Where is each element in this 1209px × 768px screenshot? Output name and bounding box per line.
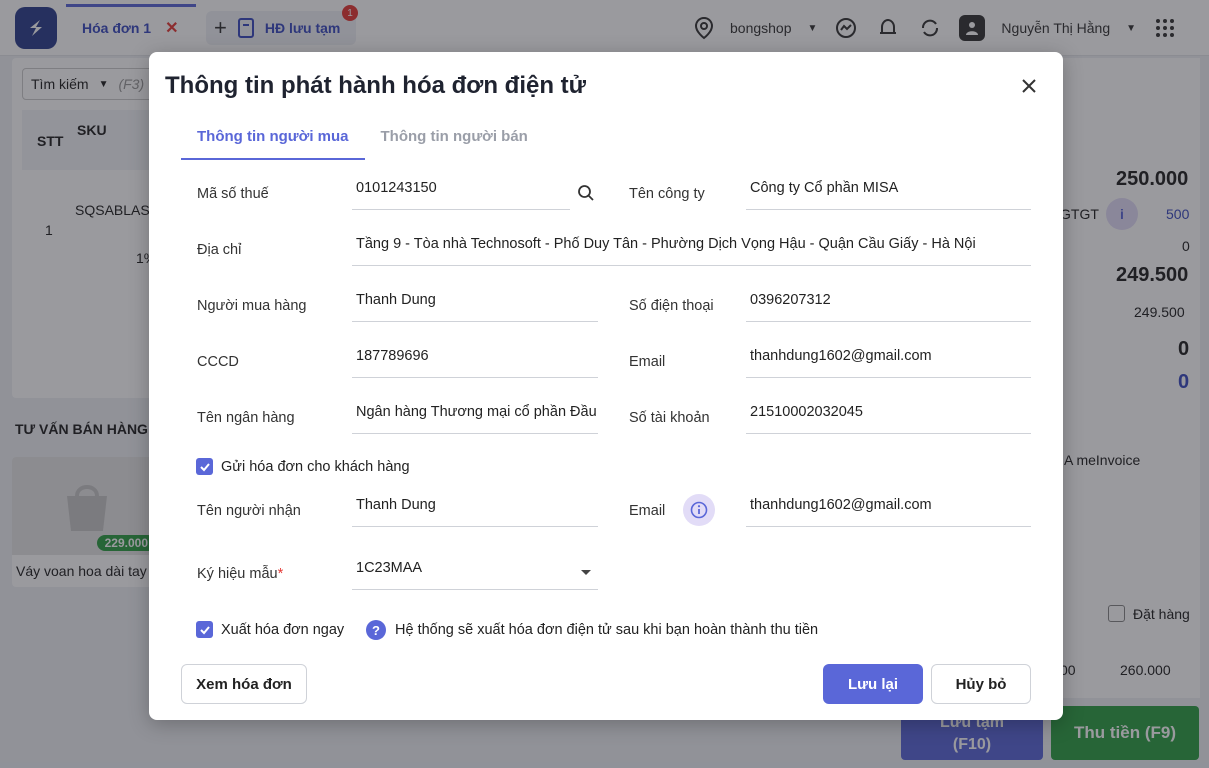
- bank-input[interactable]: Ngân hàng Thương mại cổ phần Đầu: [352, 398, 598, 434]
- recipient-label: Tên người nhận: [197, 503, 301, 519]
- info-icon[interactable]: [683, 494, 715, 526]
- cancel-button[interactable]: Hủy bỏ: [931, 664, 1031, 704]
- check-icon: [199, 625, 210, 634]
- recipient-input[interactable]: Thanh Dung: [352, 491, 598, 527]
- phone-input[interactable]: 0396207312: [746, 286, 1031, 322]
- send-invoice-label[interactable]: Gửi hóa đơn cho khách hàng: [221, 459, 410, 475]
- address-label: Địa chỉ: [197, 242, 242, 258]
- template-label-text: Ký hiệu mẫu: [197, 566, 278, 582]
- view-invoice-button[interactable]: Xem hóa đơn: [181, 664, 307, 704]
- recipient-email-label: Email: [629, 503, 666, 519]
- send-invoice-checkbox[interactable]: [196, 458, 213, 475]
- phone-label: Số điện thoại: [629, 298, 714, 314]
- check-icon: [199, 462, 210, 471]
- required-marker: *: [277, 566, 284, 582]
- account-input[interactable]: 21510002032045: [746, 398, 1031, 434]
- close-icon[interactable]: [1017, 74, 1041, 98]
- id-card-input[interactable]: 187789696: [352, 342, 598, 378]
- email-label: Email: [629, 354, 666, 370]
- company-label: Tên công ty: [629, 186, 705, 202]
- template-select[interactable]: 1C23MAA: [352, 554, 598, 590]
- recipient-email-input[interactable]: thanhdung1602@gmail.com: [746, 491, 1031, 527]
- e-invoice-modal: Thông tin phát hành hóa đơn điện tử Thôn…: [149, 52, 1063, 720]
- issue-now-checkbox[interactable]: [196, 621, 213, 638]
- buyer-input[interactable]: Thanh Dung: [352, 286, 598, 322]
- tab-seller-info[interactable]: Thông tin người bán: [365, 116, 544, 160]
- tax-code-input[interactable]: 0101243150: [352, 174, 570, 210]
- issue-now-label[interactable]: Xuất hóa đơn ngay: [221, 622, 344, 638]
- tab-buyer-info[interactable]: Thông tin người mua: [181, 116, 365, 160]
- template-label: Ký hiệu mẫu*: [197, 566, 283, 582]
- tax-code-label: Mã số thuế: [197, 186, 269, 202]
- help-text: Hệ thống sẽ xuất hóa đơn điện tử sau khi…: [395, 622, 819, 638]
- email-input[interactable]: thanhdung1602@gmail.com: [746, 342, 1031, 378]
- bank-label: Tên ngân hàng: [197, 410, 295, 426]
- chevron-down-icon[interactable]: [581, 570, 591, 575]
- modal-title: Thông tin phát hành hóa đơn điện tử: [165, 72, 587, 99]
- buyer-label: Người mua hàng: [197, 298, 307, 314]
- help-icon[interactable]: ?: [366, 620, 386, 640]
- company-input[interactable]: Công ty Cổ phần MISA: [746, 174, 1031, 210]
- modal-tabs: Thông tin người mua Thông tin người bán: [181, 116, 544, 160]
- save-button[interactable]: Lưu lại: [823, 664, 923, 704]
- address-input[interactable]: Tầng 9 - Tòa nhà Technosoft - Phố Duy Tâ…: [352, 230, 1031, 266]
- search-icon[interactable]: [577, 184, 597, 204]
- id-card-label: CCCD: [197, 354, 239, 370]
- account-label: Số tài khoản: [629, 410, 710, 426]
